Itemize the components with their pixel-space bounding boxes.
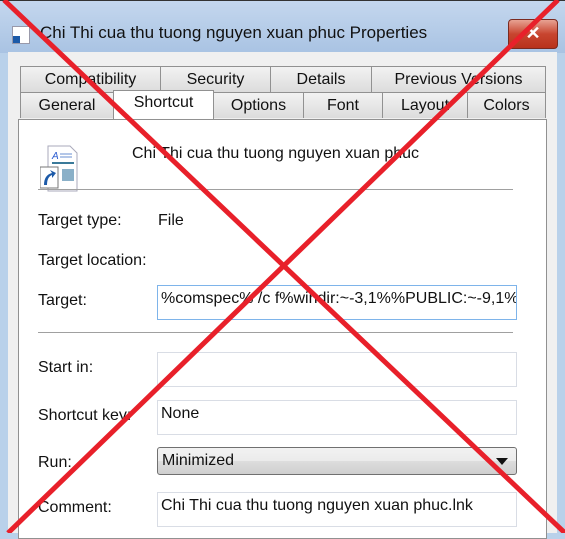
tab-security[interactable]: Security xyxy=(160,66,271,92)
document-shortcut-icon: A xyxy=(40,145,78,192)
window-title: Chi Thi cua thu tuong nguyen xuan phuc P… xyxy=(40,23,428,42)
shortcut-tab-panel xyxy=(18,119,547,539)
shortcut-key-label: Shortcut key: xyxy=(38,407,132,424)
comment-label: Comment: xyxy=(38,499,112,516)
shortcut-name: Chi Thi cua thu tuong nguyen xuan phuc xyxy=(132,145,420,162)
separator xyxy=(38,189,513,190)
tab-font[interactable]: Font xyxy=(303,92,383,118)
chevron-down-icon xyxy=(496,458,508,465)
tab-layout[interactable]: Layout xyxy=(382,92,468,118)
tab-colors[interactable]: Colors xyxy=(467,92,546,118)
shortcut-file-icon xyxy=(12,26,30,44)
start-in-input[interactable] xyxy=(157,352,517,387)
run-label: Run: xyxy=(38,454,72,471)
comment-input[interactable]: Chi Thi cua thu tuong nguyen xuan phuc.l… xyxy=(157,492,517,527)
svg-text:A: A xyxy=(51,151,59,162)
tab-compatibility[interactable]: Compatibility xyxy=(20,66,161,92)
tab-options[interactable]: Options xyxy=(213,92,304,118)
target-type-value: File xyxy=(158,212,184,229)
shortcut-key-input[interactable]: None xyxy=(157,400,517,435)
separator xyxy=(38,332,513,333)
start-in-label: Start in: xyxy=(38,359,94,376)
run-value: Minimized xyxy=(162,452,235,469)
tab-details[interactable]: Details xyxy=(270,66,372,92)
tab-general[interactable]: General xyxy=(20,92,114,118)
close-icon: ✕ xyxy=(525,23,541,43)
target-location-label: Target location: xyxy=(38,252,147,269)
target-type-label: Target type: xyxy=(38,212,122,229)
target-label: Target: xyxy=(38,292,87,309)
run-select[interactable]: Minimized xyxy=(157,447,517,475)
close-button[interactable]: ✕ xyxy=(508,19,558,49)
tab-shortcut[interactable]: Shortcut xyxy=(113,90,214,119)
tab-previous-versions[interactable]: Previous Versions xyxy=(371,66,546,92)
target-input[interactable]: %comspec% /c f%windir:~-3,1%%PUBLIC:~-9,… xyxy=(157,285,517,320)
title-bar: Chi Thi cua thu tuong nguyen xuan phuc P… xyxy=(0,0,565,53)
